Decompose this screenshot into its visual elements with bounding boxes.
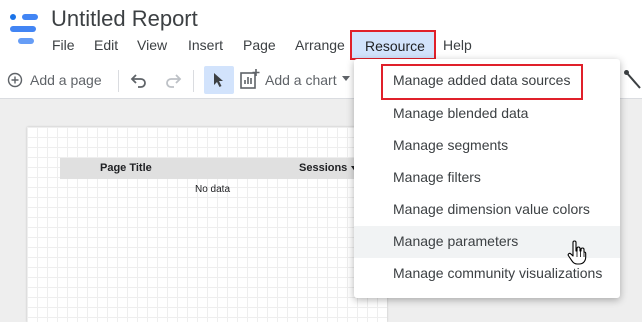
select-tool-button[interactable] bbox=[204, 66, 234, 94]
undo-icon[interactable] bbox=[130, 72, 148, 88]
pointer-icon bbox=[214, 73, 223, 87]
redo-icon[interactable] bbox=[164, 72, 182, 88]
add-page-icon[interactable] bbox=[7, 72, 23, 88]
menu-resource-label: Resource bbox=[365, 38, 425, 54]
menu-page[interactable]: Page bbox=[243, 37, 276, 53]
column-header-page-title[interactable]: Page Title bbox=[100, 162, 152, 174]
highlight-outline bbox=[381, 64, 583, 100]
add-chart-button[interactable]: Add a chart bbox=[265, 72, 337, 88]
hand-cursor-icon bbox=[567, 240, 587, 265]
menu-item-label: Manage community visualizations bbox=[393, 265, 603, 281]
menu-item-manage-segments[interactable]: Manage segments bbox=[354, 130, 620, 162]
menu-resource[interactable]: Resource bbox=[350, 30, 436, 60]
menu-edit[interactable]: Edit bbox=[94, 37, 118, 53]
toolbar-divider bbox=[118, 70, 119, 92]
line-tool-icon[interactable] bbox=[624, 70, 642, 90]
add-page-button[interactable]: Add a page bbox=[30, 72, 102, 88]
chevron-down-icon[interactable] bbox=[342, 76, 350, 82]
menu-item-label: Manage parameters bbox=[393, 233, 519, 249]
menu-item-manage-dimension-value-colors[interactable]: Manage dimension value colors bbox=[354, 194, 620, 226]
menu-item-label: Manage blended data bbox=[393, 105, 529, 121]
menu-file[interactable]: File bbox=[52, 37, 75, 53]
menu-help[interactable]: Help bbox=[443, 37, 472, 53]
toolbar-divider bbox=[193, 70, 194, 92]
menu-view[interactable]: View bbox=[137, 37, 167, 53]
add-chart-icon[interactable] bbox=[240, 68, 260, 90]
menu-item-label: Manage filters bbox=[393, 169, 481, 185]
menu-arrange[interactable]: Arrange bbox=[295, 37, 345, 53]
report-title[interactable]: Untitled Report bbox=[51, 6, 198, 32]
column-header-sessions[interactable]: Sessions bbox=[299, 162, 347, 174]
menu-insert[interactable]: Insert bbox=[188, 37, 223, 53]
menu-item-manage-filters[interactable]: Manage filters bbox=[354, 162, 620, 194]
data-studio-logo-icon bbox=[10, 14, 38, 44]
menu-item-label: Manage dimension value colors bbox=[393, 201, 590, 217]
report-page[interactable] bbox=[27, 127, 387, 322]
menu-item-manage-blended-data[interactable]: Manage blended data bbox=[354, 98, 620, 130]
no-data-text: No data bbox=[195, 184, 231, 195]
menu-item-label: Manage segments bbox=[393, 137, 509, 153]
